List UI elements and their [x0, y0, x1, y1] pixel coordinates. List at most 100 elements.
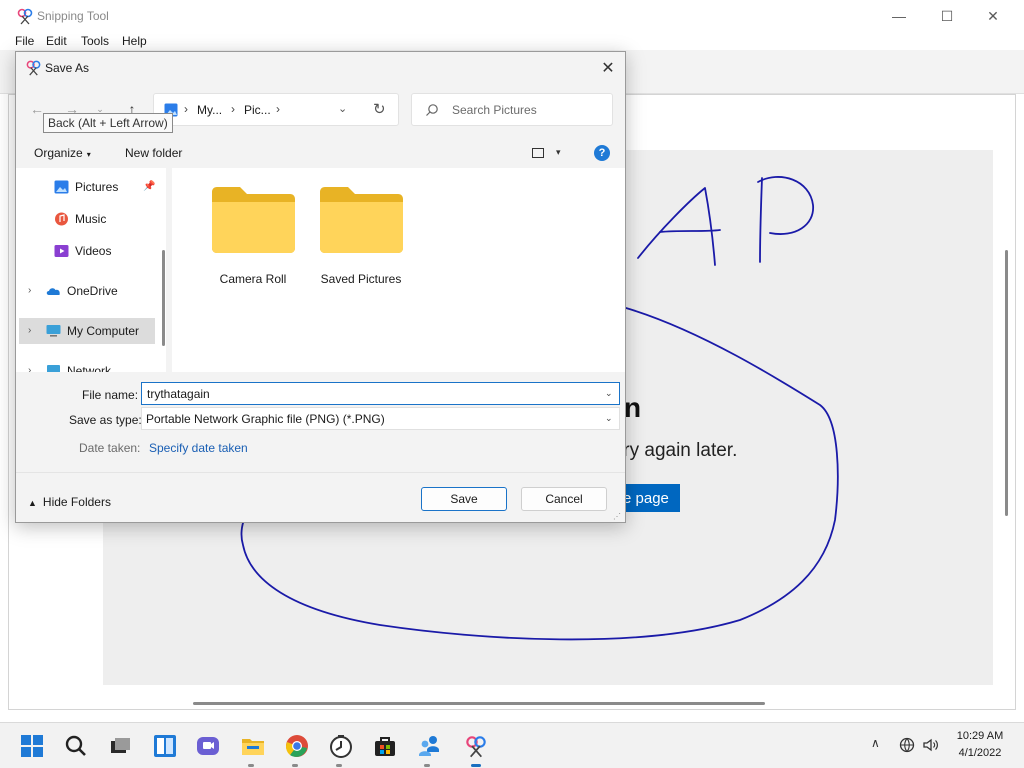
pictures-icon [54, 180, 69, 194]
menu-bar: File Edit Tools Help [0, 32, 1024, 50]
menu-edit[interactable]: Edit [46, 34, 67, 48]
running-indicator [292, 764, 298, 767]
clock-date[interactable]: 4/1/2022 [940, 747, 1020, 759]
snipping-tool-icon[interactable] [463, 733, 489, 759]
chevron-up-icon: ▲ [28, 498, 37, 508]
clock-time[interactable]: 10:29 AM [940, 730, 1020, 742]
search-input[interactable]: Search Pictures [452, 103, 537, 117]
chevron-right-icon[interactable]: › [28, 365, 31, 372]
breadcrumb-separator: › [184, 102, 188, 116]
navigation-pane: Pictures 📌 Music Videos › OneDrive › My … [16, 168, 166, 372]
save-form: File name: trythatagain ⌄ Save as type: … [16, 372, 625, 472]
organize-button[interactable]: Organize ▾ [34, 146, 91, 160]
teams-chat-icon[interactable] [195, 733, 221, 759]
horizontal-scrollbar[interactable] [193, 702, 765, 705]
chevron-right-icon[interactable]: › [28, 285, 31, 296]
music-icon [55, 212, 68, 226]
view-icon [532, 148, 544, 158]
view-options-button[interactable]: ▾ [532, 145, 572, 163]
back-tooltip: Back (Alt + Left Arrow) [43, 113, 173, 133]
breadcrumb-separator: › [276, 102, 280, 116]
folder-item-camera-roll[interactable]: Camera Roll [200, 186, 296, 296]
chevron-down-icon[interactable]: ⌄ [605, 388, 613, 399]
chevron-down-icon: ⌄ [605, 413, 613, 423]
chevron-right-icon[interactable]: › [28, 325, 31, 336]
maximize-button[interactable]: ☐ [924, 0, 970, 32]
start-icon[interactable] [19, 733, 45, 759]
save-as-type-select[interactable]: Portable Network Graphic file (PNG) (*.P… [141, 407, 620, 430]
active-indicator [471, 764, 481, 767]
address-bar[interactable]: › My... › Pic... › ⌄ ↻ [153, 93, 399, 126]
clock-app-icon[interactable] [328, 733, 354, 759]
address-dropdown-button[interactable]: ⌄ [338, 102, 347, 115]
running-indicator [424, 764, 430, 767]
folder-item-saved-pictures[interactable]: Saved Pictures [308, 186, 404, 296]
save-as-dialog: Save As ✕ ← → ⌄ ↑ › My... › Pic... › ⌄ ↻… [15, 51, 626, 523]
videos-icon [54, 245, 69, 257]
dialog-title: Save As [45, 61, 90, 75]
chevron-down-icon: ▾ [556, 147, 561, 157]
taskbar: ∧ 10:29 AM 4/1/2022 [0, 722, 1024, 768]
search-box[interactable]: Search Pictures [411, 93, 613, 126]
snipping-tool-icon [26, 60, 41, 76]
folder-icon [212, 187, 295, 253]
running-indicator [336, 764, 342, 767]
store-icon[interactable] [372, 733, 398, 759]
nav-item-pictures[interactable]: Pictures 📌 [19, 174, 155, 200]
new-folder-button[interactable]: New folder [125, 146, 182, 160]
network-status-icon[interactable] [899, 737, 915, 753]
nav-item-label: OneDrive [67, 284, 118, 298]
show-hidden-icons-button[interactable]: ∧ [871, 736, 880, 750]
nav-item-music[interactable]: Music [19, 206, 155, 232]
dialog-title-bar[interactable]: Save As ✕ [16, 52, 625, 84]
hide-folders-label: Hide Folders [42, 495, 111, 509]
resize-grip-icon[interactable]: ⋰ [613, 512, 621, 521]
pin-icon[interactable]: 📌 [143, 181, 155, 192]
snipping-tool-icon [17, 8, 33, 25]
dialog-footer: ▲ Hide Folders Save Cancel [16, 472, 625, 522]
nav-item-my-computer[interactable]: › My Computer [19, 318, 155, 344]
menu-help[interactable]: Help [122, 34, 147, 48]
menu-tools[interactable]: Tools [81, 34, 109, 48]
people-icon[interactable] [416, 733, 442, 759]
title-bar[interactable]: Snipping Tool — ☐ ✕ [0, 0, 1024, 32]
file-name-label: File name: [82, 388, 139, 402]
refresh-icon[interactable]: ↻ [373, 100, 386, 118]
minimize-button[interactable]: — [876, 0, 922, 32]
volume-icon[interactable] [922, 737, 940, 753]
folder-label: Saved Pictures [320, 272, 402, 286]
computer-icon [46, 325, 61, 337]
nav-item-label: Music [75, 212, 107, 226]
nav-pane-scrollbar[interactable] [162, 250, 165, 346]
hide-folders-button[interactable]: ▲ Hide Folders [28, 495, 111, 509]
breadcrumb-my-computer[interactable]: My... [197, 103, 222, 117]
nav-item-videos[interactable]: Videos [19, 238, 155, 264]
save-button[interactable]: Save [421, 487, 507, 511]
file-explorer-icon[interactable] [240, 733, 266, 759]
file-name-input[interactable]: trythatagain ⌄ [141, 382, 620, 405]
file-list[interactable]: Camera Roll Saved Pictures [172, 168, 625, 372]
search-icon[interactable] [63, 733, 89, 759]
task-view-icon[interactable] [107, 733, 133, 759]
folder-label: Camera Roll [219, 272, 287, 286]
folder-icon [320, 187, 403, 253]
save-as-type-value: Portable Network Graphic file (PNG) (*.P… [146, 412, 385, 426]
chevron-down-icon: ▾ [86, 150, 91, 159]
nav-item-onedrive[interactable]: › OneDrive [19, 278, 155, 304]
specify-date-taken-link[interactable]: Specify date taken [149, 441, 248, 455]
help-button[interactable]: ? [594, 145, 610, 161]
dialog-close-button[interactable]: ✕ [590, 52, 626, 84]
captured-button: e page [622, 484, 680, 512]
organize-label: Organize [34, 146, 83, 160]
chrome-icon[interactable] [284, 733, 310, 759]
menu-file[interactable]: File [15, 34, 34, 48]
captured-text: try again later. [618, 440, 738, 461]
network-icon [47, 365, 60, 372]
vertical-scrollbar[interactable] [1005, 250, 1008, 516]
widgets-icon[interactable] [152, 733, 178, 759]
nav-item-network[interactable]: › Network [19, 358, 155, 372]
breadcrumb-pictures[interactable]: Pic... [244, 103, 271, 117]
command-bar: Organize ▾ New folder ▾ ? [16, 138, 625, 168]
close-button[interactable]: ✕ [970, 0, 1016, 32]
cancel-button[interactable]: Cancel [521, 487, 607, 511]
